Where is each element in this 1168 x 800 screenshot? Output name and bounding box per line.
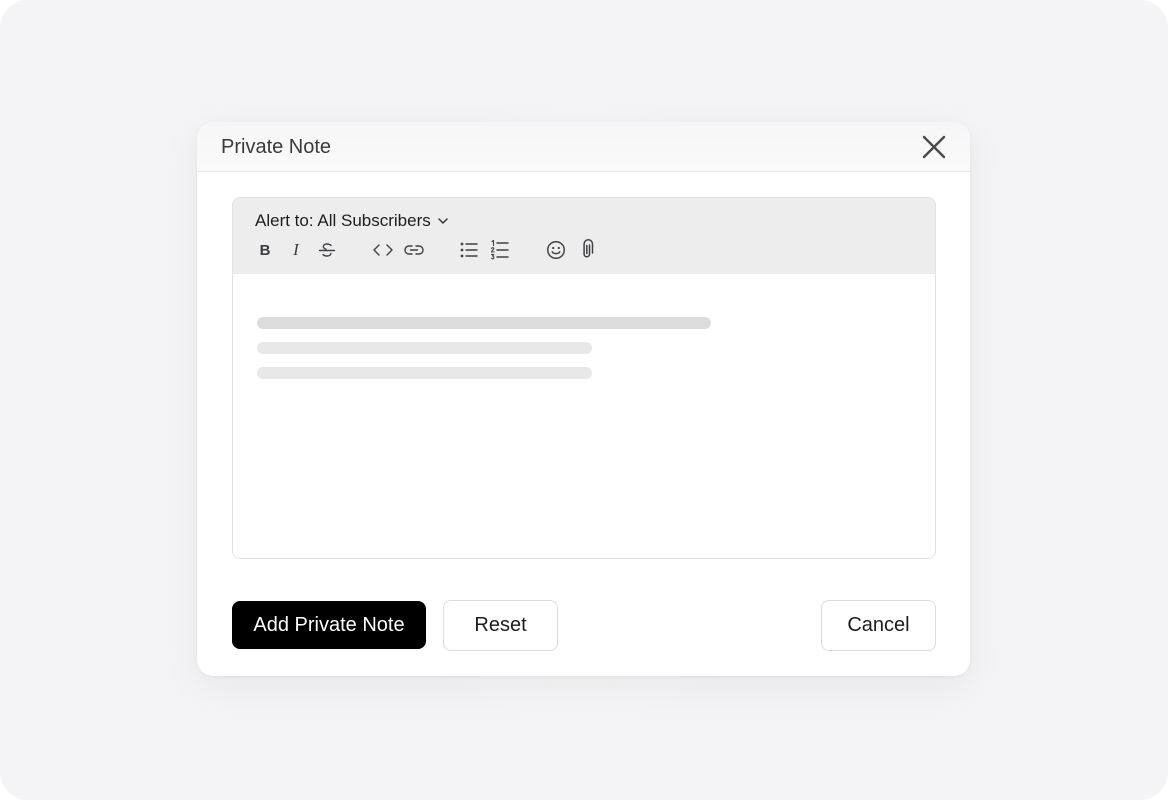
modal-title: Private Note [221,136,332,158]
code-icon [373,244,393,256]
add-private-note-button[interactable]: Add Private Note [232,601,426,649]
bulleted-list-icon [460,242,478,258]
emoji-icon [546,240,566,260]
link-button[interactable] [402,238,426,262]
link-icon [404,245,424,255]
close-icon [922,135,946,159]
alert-recipients-dropdown[interactable]: Alert to: All Subscribers [255,210,449,232]
attachment-button[interactable] [575,238,599,262]
close-button[interactable] [919,132,949,162]
note-text-area[interactable] [233,274,935,558]
attachment-icon [583,239,594,258]
bulleted-list-button[interactable] [457,238,481,262]
emoji-button[interactable] [544,238,568,262]
editor-toolbar: Alert to: All Subscribers B I [233,198,935,274]
modal-header: Private Note [197,122,970,172]
cancel-button[interactable]: Cancel [821,600,936,651]
code-button[interactable] [371,238,395,262]
italic-button[interactable]: I [284,238,308,262]
chevron-down-icon [438,218,448,224]
reset-button[interactable]: Reset [443,600,558,651]
strikethrough-button[interactable] [315,238,339,262]
italic-icon: I [293,240,299,259]
placeholder-line [257,342,592,354]
numbered-list-icon [490,239,509,260]
strikethrough-icon [318,243,336,257]
note-editor: Alert to: All Subscribers B I [232,197,936,559]
page-background: Private Note Alert to: All Subscribers B [0,0,1168,800]
placeholder-line [257,317,711,329]
bold-button[interactable]: B [253,238,277,262]
bold-icon: B [259,241,271,259]
placeholder-line [257,367,592,379]
alert-recipients-label: Alert to: All Subscribers [255,211,431,230]
numbered-list-button[interactable] [488,238,512,262]
private-note-modal: Private Note Alert to: All Subscribers B [197,122,970,676]
